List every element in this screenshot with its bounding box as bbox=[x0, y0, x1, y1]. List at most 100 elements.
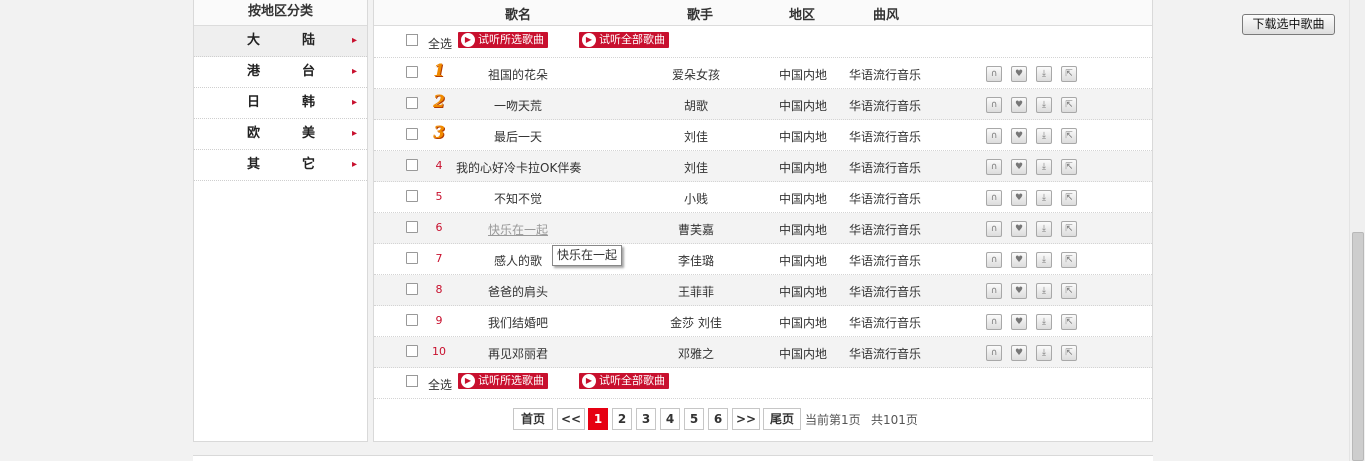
download-icon[interactable]: ⤓ bbox=[1036, 314, 1052, 330]
page-number-button[interactable]: 4 bbox=[660, 408, 680, 430]
song-title-link[interactable]: 祖国的花朵 bbox=[456, 66, 580, 83]
listen-icon[interactable]: ∩ bbox=[986, 345, 1002, 361]
song-checkbox[interactable] bbox=[406, 221, 418, 233]
download-icon[interactable]: ⤓ bbox=[1036, 345, 1052, 361]
select-all-checkbox[interactable] bbox=[406, 34, 418, 46]
song-title-link[interactable]: 爸爸的肩头 bbox=[456, 283, 580, 300]
page-number-button[interactable]: 5 bbox=[684, 408, 704, 430]
singer-link[interactable]: 王菲菲 bbox=[646, 283, 746, 300]
song-checkbox[interactable] bbox=[406, 252, 418, 264]
favorite-icon[interactable]: ♥ bbox=[1011, 97, 1027, 113]
favorite-icon[interactable]: ♥ bbox=[1011, 221, 1027, 237]
listen-icon[interactable]: ∩ bbox=[986, 128, 1002, 144]
download-icon[interactable]: ⤓ bbox=[1036, 283, 1052, 299]
download-icon[interactable]: ⤓ bbox=[1036, 97, 1052, 113]
page-number-button[interactable]: 2 bbox=[612, 408, 632, 430]
singer-link[interactable]: 小贱 bbox=[646, 190, 746, 207]
share-icon[interactable]: ⇱ bbox=[1061, 221, 1077, 237]
favorite-icon[interactable]: ♥ bbox=[1011, 159, 1027, 175]
scrollbar-thumb[interactable] bbox=[1352, 232, 1364, 461]
page-number-button[interactable]: 3 bbox=[636, 408, 656, 430]
select-all-checkbox[interactable] bbox=[406, 375, 418, 387]
singer-link[interactable]: 曹芙嘉 bbox=[646, 221, 746, 238]
listen-icon[interactable]: ∩ bbox=[986, 97, 1002, 113]
download-icon[interactable]: ⤓ bbox=[1036, 252, 1052, 268]
favorite-icon[interactable]: ♥ bbox=[1011, 128, 1027, 144]
page-scrollbar[interactable] bbox=[1349, 0, 1365, 461]
song-title-link[interactable]: 一吻天荒 bbox=[456, 97, 580, 114]
header-genre: 曲风 bbox=[873, 8, 900, 23]
download-icon[interactable]: ⤓ bbox=[1036, 159, 1052, 175]
favorite-icon[interactable]: ♥ bbox=[1011, 190, 1027, 206]
singer-link[interactable]: 邓雅之 bbox=[646, 345, 746, 362]
listen-icon[interactable]: ∩ bbox=[986, 190, 1002, 206]
singer-link[interactable]: 刘佳 bbox=[646, 159, 746, 176]
song-title-link[interactable]: 我的心好冷卡拉OK伴奏 bbox=[456, 159, 581, 176]
region-item[interactable]: 大 陆 ▸ bbox=[194, 26, 367, 57]
share-icon[interactable]: ⇱ bbox=[1061, 97, 1077, 113]
download-icon[interactable]: ⤓ bbox=[1036, 221, 1052, 237]
page-number-button[interactable]: 6 bbox=[708, 408, 728, 430]
region-item[interactable]: 日 韩 ▸ bbox=[194, 88, 367, 119]
song-checkbox[interactable] bbox=[406, 159, 418, 171]
song-title-link[interactable]: 最后一天 bbox=[456, 128, 580, 145]
listen-selected-button[interactable]: ▶ 试听所选歌曲 bbox=[458, 32, 548, 48]
region-item[interactable]: 其 它 ▸ bbox=[194, 150, 367, 181]
prev-page-button[interactable]: << bbox=[557, 408, 585, 430]
first-page-button[interactable]: 首页 bbox=[513, 408, 553, 430]
singer-link[interactable]: 爱朵女孩 bbox=[646, 66, 746, 83]
download-icon[interactable]: ⤓ bbox=[1036, 66, 1052, 82]
genre-cell: 华语流行音乐 bbox=[848, 254, 921, 268]
share-icon[interactable]: ⇱ bbox=[1061, 159, 1077, 175]
download-icon[interactable]: ⤓ bbox=[1036, 128, 1052, 144]
last-page-button[interactable]: 尾页 bbox=[763, 408, 801, 430]
listen-icon[interactable]: ∩ bbox=[986, 252, 1002, 268]
song-title-link[interactable]: 快乐在一起 bbox=[456, 221, 580, 238]
share-icon[interactable]: ⇱ bbox=[1061, 345, 1077, 361]
favorite-icon[interactable]: ♥ bbox=[1011, 283, 1027, 299]
share-icon[interactable]: ⇱ bbox=[1061, 66, 1077, 82]
page-number-button[interactable]: 1 bbox=[588, 408, 608, 430]
song-checkbox[interactable] bbox=[406, 128, 418, 140]
region-item[interactable]: 港 台 ▸ bbox=[194, 57, 367, 88]
song-checkbox[interactable] bbox=[406, 283, 418, 295]
song-checkbox[interactable] bbox=[406, 345, 418, 357]
region-item[interactable]: 欧 美 ▸ bbox=[194, 119, 367, 150]
listen-icon[interactable]: ∩ bbox=[986, 66, 1002, 82]
listen-all-button[interactable]: ▶ 试听全部歌曲 bbox=[579, 373, 669, 389]
current-page-text: 当前第1页 bbox=[805, 413, 861, 427]
singer-link[interactable]: 金莎 刘佳 bbox=[646, 314, 746, 331]
listen-all-button[interactable]: ▶ 试听全部歌曲 bbox=[579, 32, 669, 48]
favorite-icon[interactable]: ♥ bbox=[1011, 66, 1027, 82]
share-icon[interactable]: ⇱ bbox=[1061, 252, 1077, 268]
listen-selected-button[interactable]: ▶ 试听所选歌曲 bbox=[458, 373, 548, 389]
song-title-link[interactable]: 再见邓丽君 bbox=[456, 345, 580, 362]
song-checkbox[interactable] bbox=[406, 190, 418, 202]
share-icon[interactable]: ⇱ bbox=[1061, 314, 1077, 330]
listen-icon[interactable]: ∩ bbox=[986, 221, 1002, 237]
song-title-link[interactable]: 不知不觉 bbox=[456, 190, 580, 207]
song-checkbox[interactable] bbox=[406, 314, 418, 326]
favorite-icon[interactable]: ♥ bbox=[1011, 314, 1027, 330]
listen-icon[interactable]: ∩ bbox=[986, 283, 1002, 299]
song-title-link[interactable]: 我们结婚吧 bbox=[456, 314, 580, 331]
region-label-char: 日 bbox=[247, 95, 261, 110]
share-icon[interactable]: ⇱ bbox=[1061, 283, 1077, 299]
song-checkbox[interactable] bbox=[406, 66, 418, 78]
singer-link[interactable]: 刘佳 bbox=[646, 128, 746, 145]
listen-icon[interactable]: ∩ bbox=[986, 314, 1002, 330]
share-icon[interactable]: ⇱ bbox=[1061, 128, 1077, 144]
singer-link[interactable]: 胡歌 bbox=[646, 97, 746, 114]
song-checkbox[interactable] bbox=[406, 97, 418, 109]
rank-number: 8 bbox=[435, 283, 443, 296]
favorite-icon[interactable]: ♥ bbox=[1011, 345, 1027, 361]
favorite-icon[interactable]: ♥ bbox=[1011, 252, 1027, 268]
chevron-right-icon: ▸ bbox=[352, 35, 358, 46]
download-icon[interactable]: ⤓ bbox=[1036, 190, 1052, 206]
next-page-button[interactable]: >> bbox=[732, 408, 760, 430]
singer-link[interactable]: 李佳璐 bbox=[646, 252, 746, 269]
download-selected-button[interactable]: 下载选中歌曲 bbox=[1242, 14, 1335, 35]
share-icon[interactable]: ⇱ bbox=[1061, 190, 1077, 206]
listen-icon[interactable]: ∩ bbox=[986, 159, 1002, 175]
song-row: 10 再见邓丽君 邓雅之 中国内地 华语流行音乐 ∩ ♥ ⤓ ⇱ bbox=[374, 337, 1152, 368]
